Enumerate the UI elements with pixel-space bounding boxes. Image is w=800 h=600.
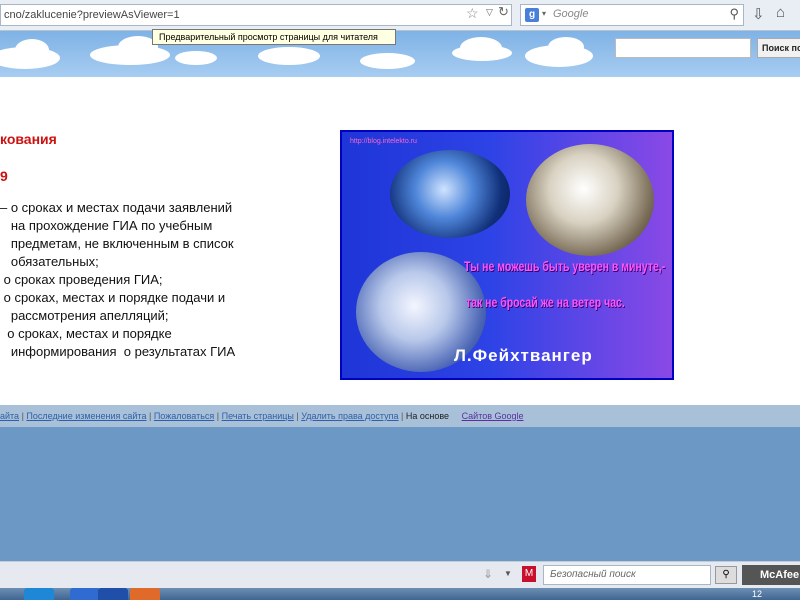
cloud-decoration [175, 51, 217, 65]
powerpoint-taskbar-icon[interactable] [130, 588, 160, 600]
cloud-decoration [258, 47, 320, 65]
safe-search-button[interactable]: ⚲ [715, 566, 737, 584]
skype-taskbar-icon[interactable] [24, 588, 54, 600]
body-text: – о сроках и местах подачи заявлений на … [0, 200, 236, 359]
search-icon[interactable]: ⚲ [729, 6, 739, 22]
scroll-down-icon[interactable]: ⇓ [483, 567, 493, 581]
status-bar: ⇓ ▼ M Безопасный поиск ⚲ McAfee [0, 561, 800, 589]
mcafee-button[interactable]: McAfee [742, 565, 800, 585]
quote-line-1: Ты не можешь быть уверен в минуте,- [464, 258, 666, 274]
page-subheading: 9 [0, 168, 8, 184]
cloud-decoration [452, 45, 512, 61]
cloud-decoration [15, 39, 49, 61]
footer-link-report[interactable]: Пожаловаться [154, 411, 214, 421]
site-footer: айта | Последние изменения сайта | Пожал… [0, 405, 800, 427]
quote-line-2: так не бросай же на ветер час. [466, 294, 625, 310]
quote-image: http://blog.intelekto.ru Ты не можешь бы… [340, 130, 674, 380]
footer-based-on: На основе [405, 411, 450, 421]
browser-search-placeholder: Google [553, 8, 589, 20]
refresh-icon[interactable]: ↻ [498, 4, 509, 20]
home-icon[interactable]: ⌂ [776, 4, 785, 21]
address-bar[interactable]: cno/zaklucenie?previewAsViewer=1 [0, 4, 512, 26]
download-icon[interactable]: ⇩ [752, 5, 765, 23]
quote-author: Л.Фейхтвангер [454, 346, 593, 365]
footer-link-remove-access[interactable]: Удалить права доступа [301, 411, 398, 421]
image-url-label: http://blog.intelekto.ru [350, 138, 417, 145]
word-taskbar-icon[interactable] [98, 588, 128, 600]
history-dropdown-icon[interactable]: ▽ [486, 7, 493, 18]
footer-link-site[interactable]: айта [0, 411, 19, 421]
taskbar-clock: 12 [752, 589, 763, 599]
dropdown-arrow-icon[interactable]: ▼ [504, 569, 512, 578]
melting-clock-orb [390, 150, 510, 238]
google-icon[interactable]: g [525, 8, 539, 22]
cloud-decoration [360, 53, 415, 69]
footer-google-sites-link[interactable]: Сайтов Google [462, 411, 524, 421]
cloud-decoration [548, 37, 584, 57]
moon-orb [526, 144, 654, 256]
page-heading: кования [0, 131, 57, 147]
mcafee-shield-icon[interactable]: M [522, 566, 536, 582]
safe-search-input[interactable]: Безопасный поиск [543, 565, 711, 585]
ie-taskbar-icon[interactable] [70, 588, 100, 600]
footer-link-recent-changes[interactable]: Последние изменения сайта [26, 411, 146, 421]
search-engine-dropdown-icon[interactable]: ▾ [542, 9, 546, 18]
site-search-button[interactable]: Поиск по [757, 38, 800, 58]
site-search-input[interactable] [615, 38, 751, 58]
browser-toolbar: cno/zaklucenie?previewAsViewer=1 ☆ ▽ ↻ g… [0, 0, 800, 31]
preview-tooltip: Предварительный просмотр страницы для чи… [152, 29, 396, 45]
footer-link-print[interactable]: Печать страницы [222, 411, 294, 421]
browser-search-box[interactable]: g ▾ Google ⚲ [520, 4, 744, 26]
bookmark-star-icon[interactable]: ☆ [466, 5, 479, 22]
